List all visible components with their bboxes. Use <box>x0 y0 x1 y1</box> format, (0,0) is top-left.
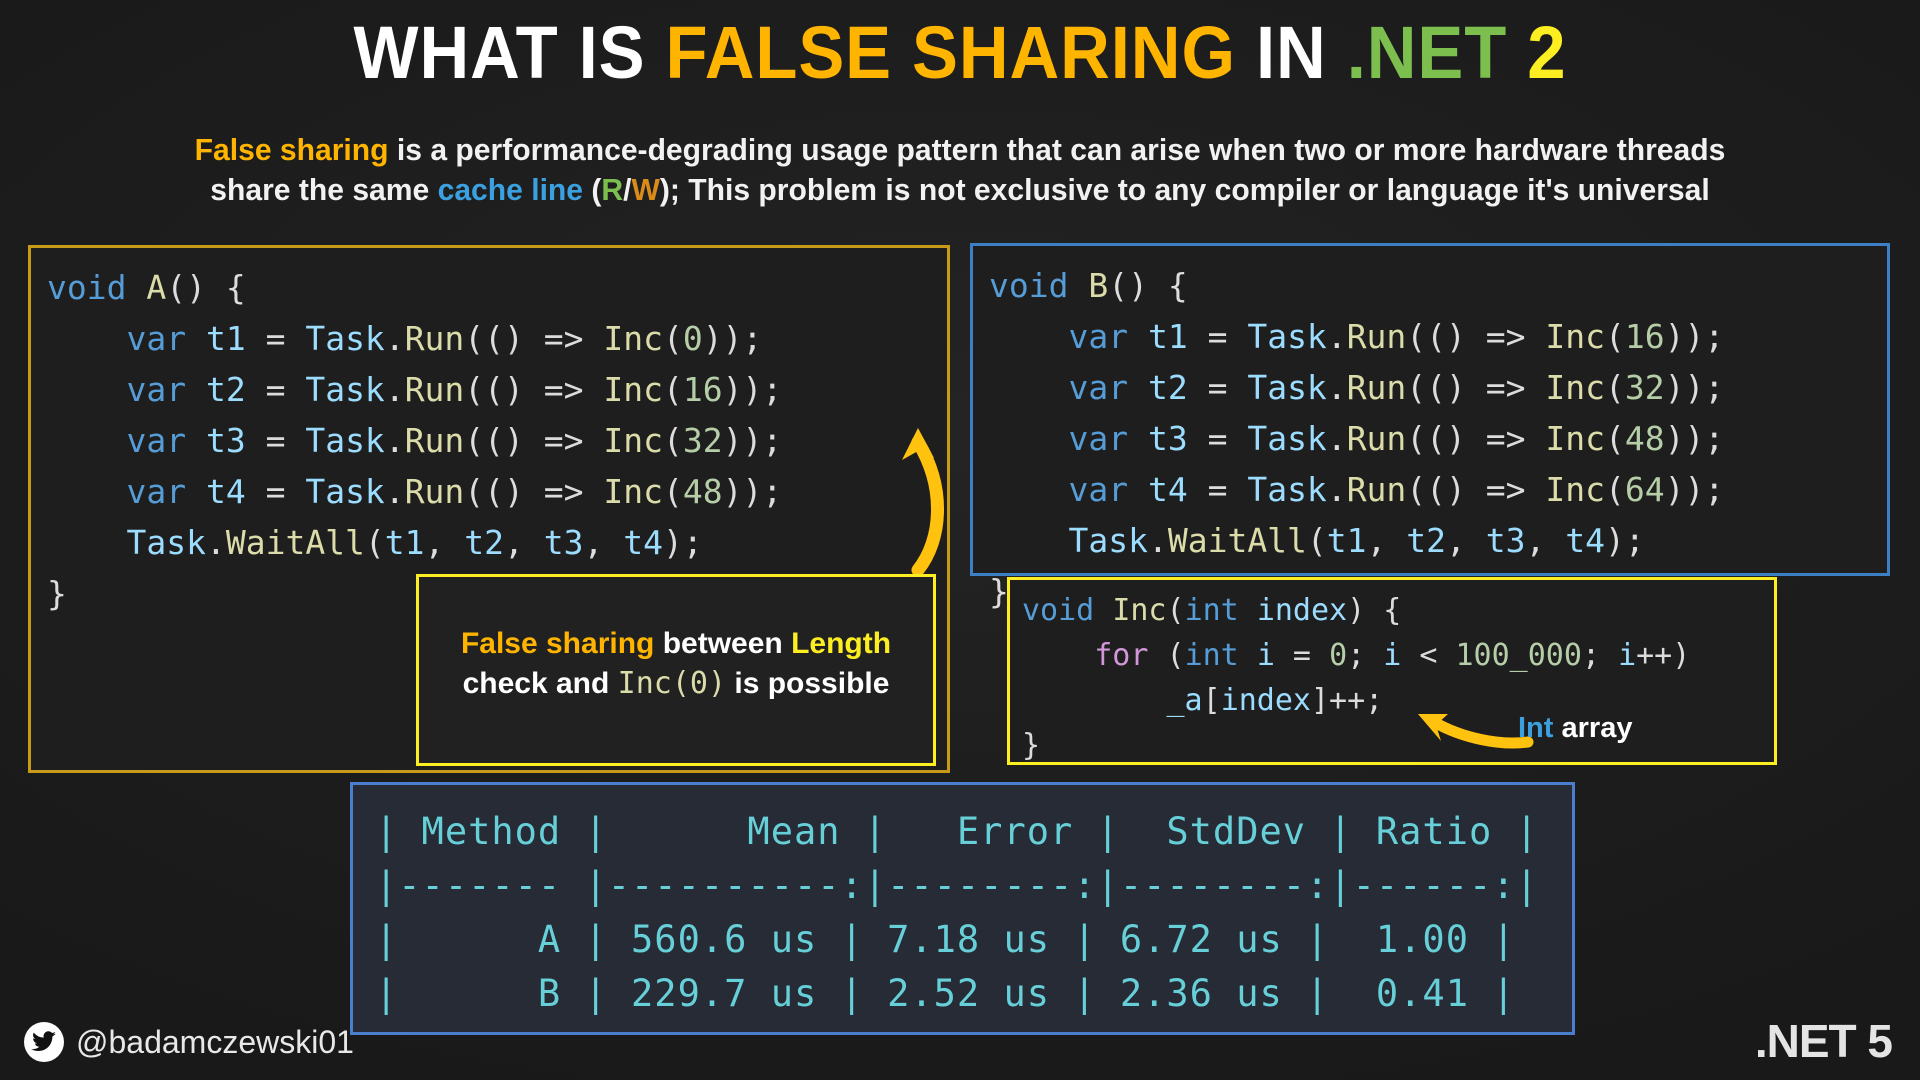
code-panel-b: void B() { var t1 = Task.Run(() => Inc(1… <box>970 243 1890 611</box>
subtitle-highlight-cache-line: cache line <box>437 171 584 207</box>
subtitle-highlight-false-sharing: False sharing <box>194 132 389 167</box>
note-word-possible: is possible <box>726 667 890 700</box>
note-code-inc-zero: Inc(0) <box>617 666 727 701</box>
subtitle-line1-rest: is a performance-degrading usage pattern… <box>388 132 1726 167</box>
note-word-check-and: check and <box>462 667 618 700</box>
int-array-word: array <box>1553 712 1633 744</box>
note-word-length: Length <box>791 627 892 661</box>
slide-root: WHAT IS FALSE SHARING IN .NET 2 False sh… <box>0 0 1920 1080</box>
subtitle-line2-a: share the same <box>210 171 438 207</box>
annotation-note-text: False sharing between Length check and I… <box>435 624 917 704</box>
page-title: WHAT IS FALSE SHARING IN .NET 2 <box>67 10 1853 95</box>
subtitle-read-marker: R <box>601 171 624 207</box>
note-word-between: between <box>654 627 792 661</box>
title-part-4: .NET <box>1346 11 1508 94</box>
author-handle-text: @badamczewski01 <box>76 1023 354 1060</box>
subtitle-line2-paren-open: ( <box>583 171 602 207</box>
subtitle-line2-rest: ); This problem is not exclusive to any … <box>659 171 1710 207</box>
subtitle-write-marker: W <box>631 171 660 207</box>
footer-author: @badamczewski01 <box>24 1022 354 1062</box>
int-array-annotation: Int array <box>1518 712 1632 745</box>
int-array-type: Int <box>1518 712 1554 744</box>
title-part-5: 2 <box>1507 11 1567 94</box>
benchmark-table-text: | Method | Mean | Error | StdDev | Ratio… <box>375 810 1539 1015</box>
title-part-3: IN <box>1235 11 1347 94</box>
title-part-1: WHAT IS <box>353 11 666 94</box>
annotation-note-box: False sharing between Length check and I… <box>416 574 936 766</box>
code-panel-inc: void Inc(int index) { for (int i = 0; i … <box>1007 577 1777 765</box>
dotnet-version-label: .NET 5 <box>1754 1015 1893 1067</box>
benchmark-results-table: | Method | Mean | Error | StdDev | Ratio… <box>350 782 1575 1035</box>
note-word-false-sharing: False sharing <box>460 627 655 661</box>
code-block-a: void A() { var t1 = Task.Run(() => Inc(0… <box>47 268 783 613</box>
subtitle: False sharing is a performance-degrading… <box>42 130 1877 209</box>
title-part-2: FALSE SHARING <box>665 11 1236 94</box>
code-block-b: void B() { var t1 = Task.Run(() => Inc(1… <box>989 266 1725 611</box>
twitter-bird-icon[interactable] <box>24 1022 64 1062</box>
